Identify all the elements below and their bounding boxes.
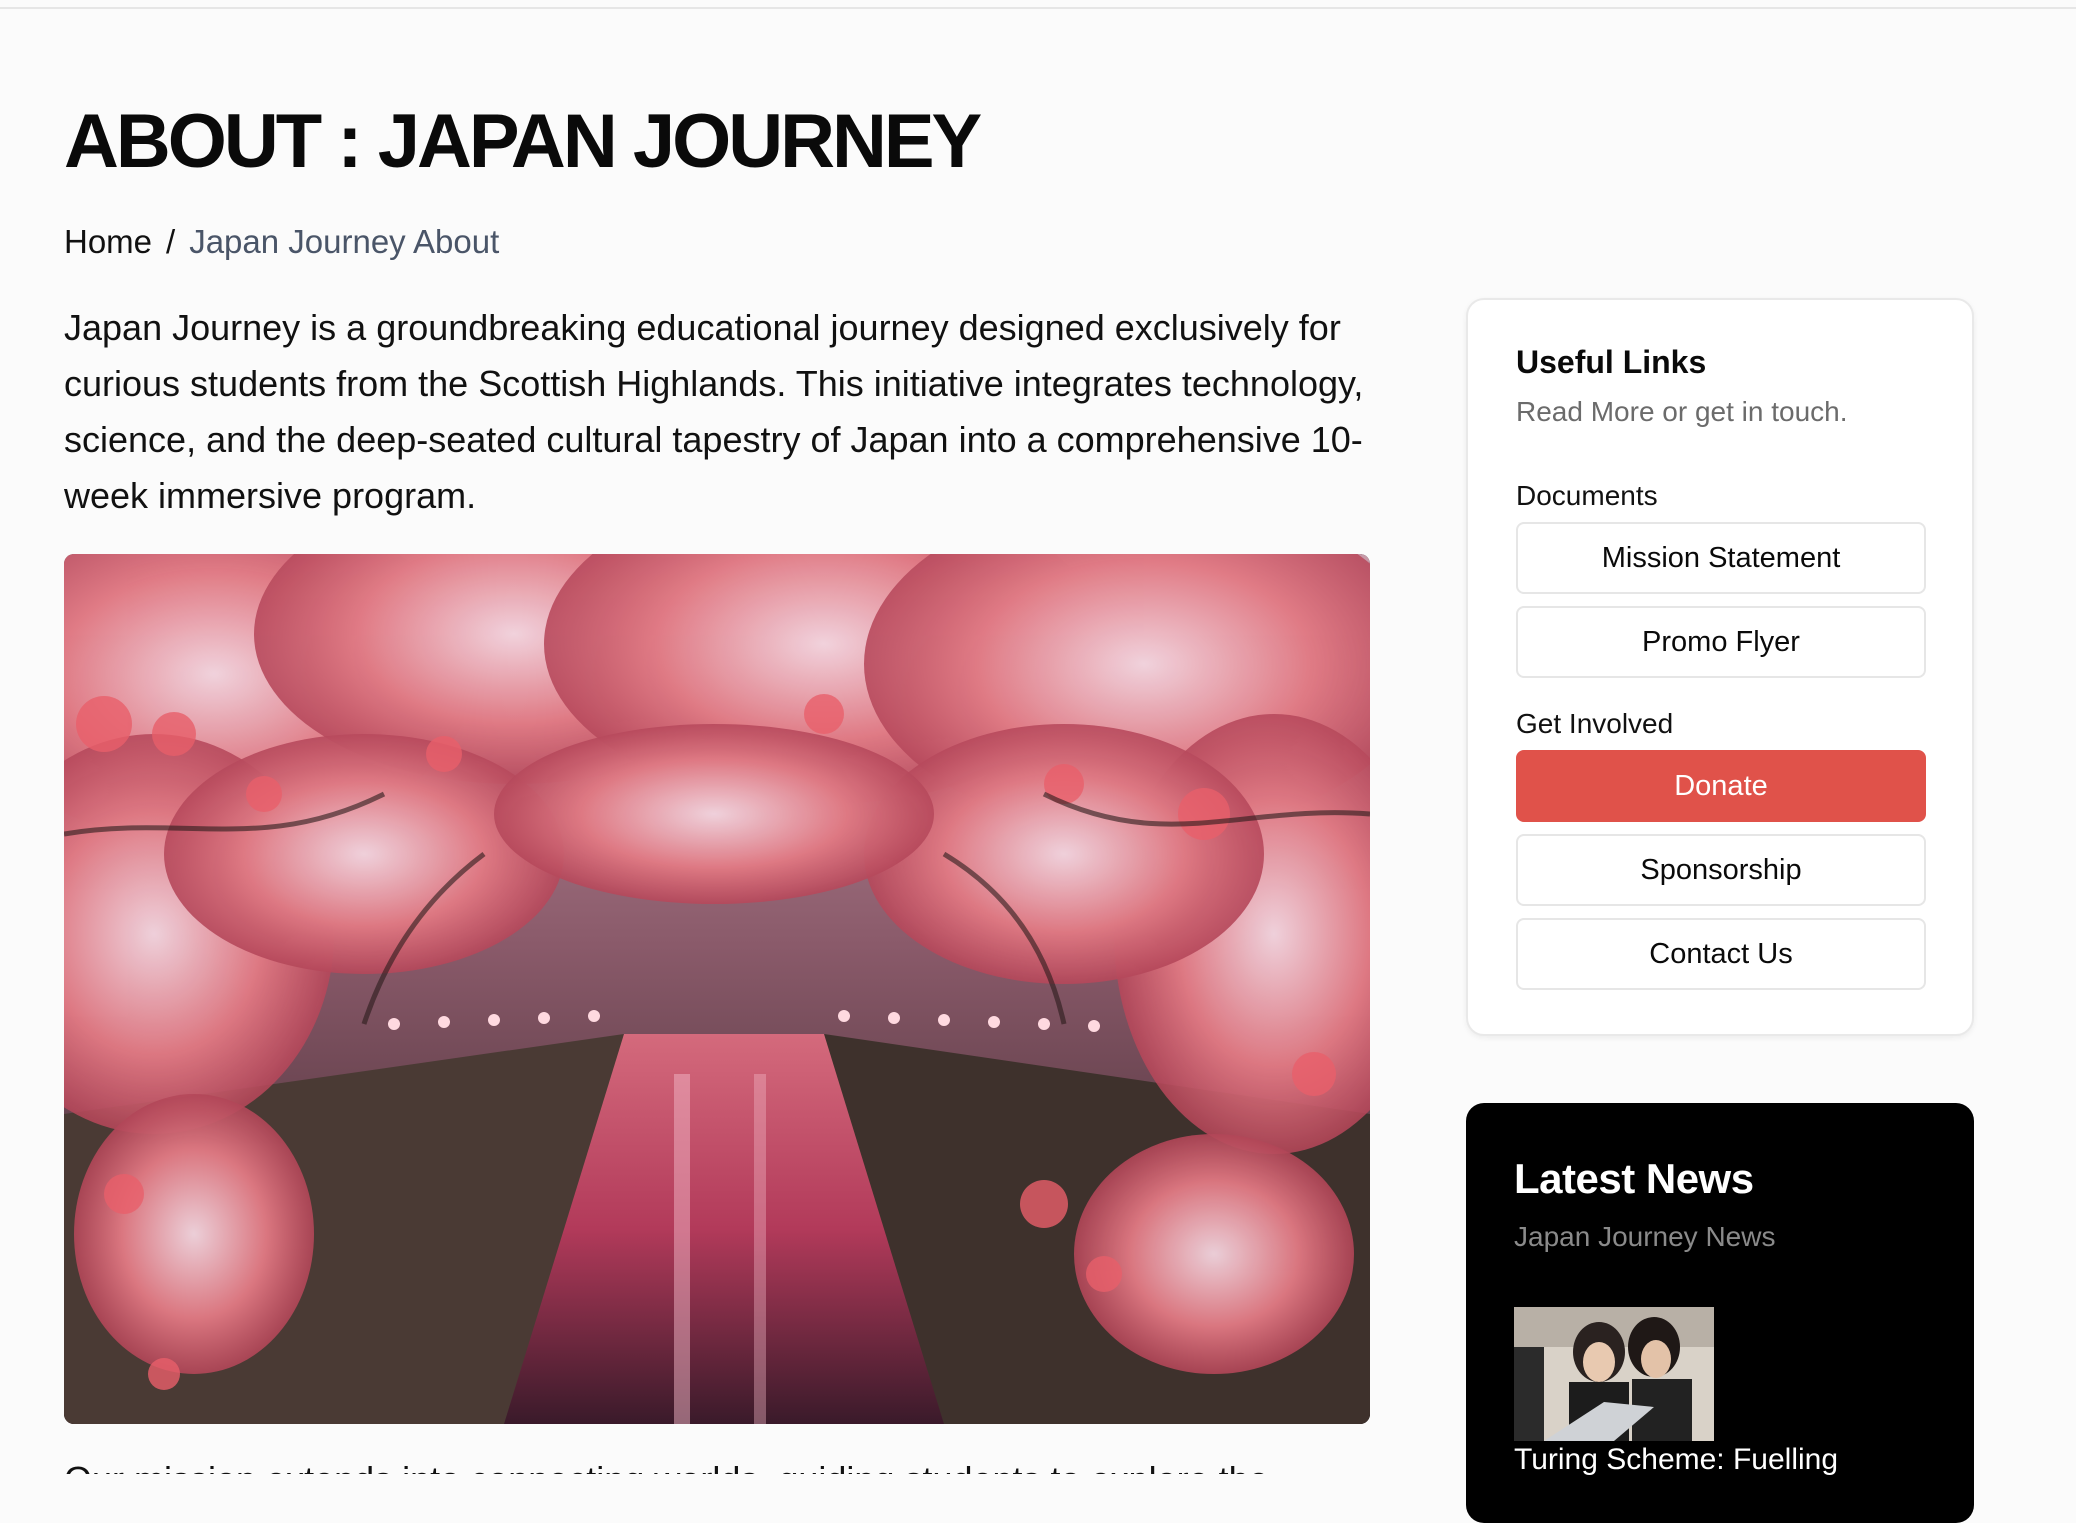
useful-links-card: Useful Links Read More or get in touch. … [1466,298,1974,1036]
cherry-blossom-canal-photo [64,554,1370,1424]
documents-label: Documents [1516,480,1658,511]
sponsorship-button[interactable]: Sponsorship [1516,834,1926,906]
breadcrumb-separator: / [166,223,176,260]
mission-text: Our mission extends into connecting worl… [64,1462,1364,1474]
breadcrumb-home-link[interactable]: Home [64,223,152,260]
top-bar [0,0,2076,9]
get-involved-label: Get Involved [1516,708,1674,739]
latest-news-title: Latest News [1514,1155,1754,1202]
mission-statement-button[interactable]: Mission Statement [1516,522,1926,594]
news-thumbnail[interactable] [1514,1307,1714,1441]
breadcrumb-current: Japan Journey About [189,223,500,260]
students-at-laptop-photo [1514,1307,1714,1441]
useful-links-title: Useful Links [1516,344,1707,380]
contact-us-button[interactable]: Contact Us [1516,918,1926,990]
latest-news-card: Latest News Japan Journey News Turing Sc… [1466,1103,1974,1523]
hero-image [64,554,1370,1424]
intro-paragraph: Japan Journey is a groundbreaking educat… [64,307,1364,516]
page-title: ABOUT : JAPAN JOURNEY [64,99,982,184]
latest-news-subtitle: Japan Journey News [1514,1221,1776,1252]
useful-links-subtitle: Read More or get in touch. [1516,396,1848,427]
breadcrumb: Home / Japan Journey About [64,220,499,264]
mission-paragraph-partial: Our mission extends into connecting worl… [64,1462,1364,1474]
donate-button[interactable]: Donate [1516,750,1926,822]
news-headline-link[interactable]: Turing Scheme: Fuelling [1514,1443,1838,1477]
promo-flyer-button[interactable]: Promo Flyer [1516,606,1926,678]
